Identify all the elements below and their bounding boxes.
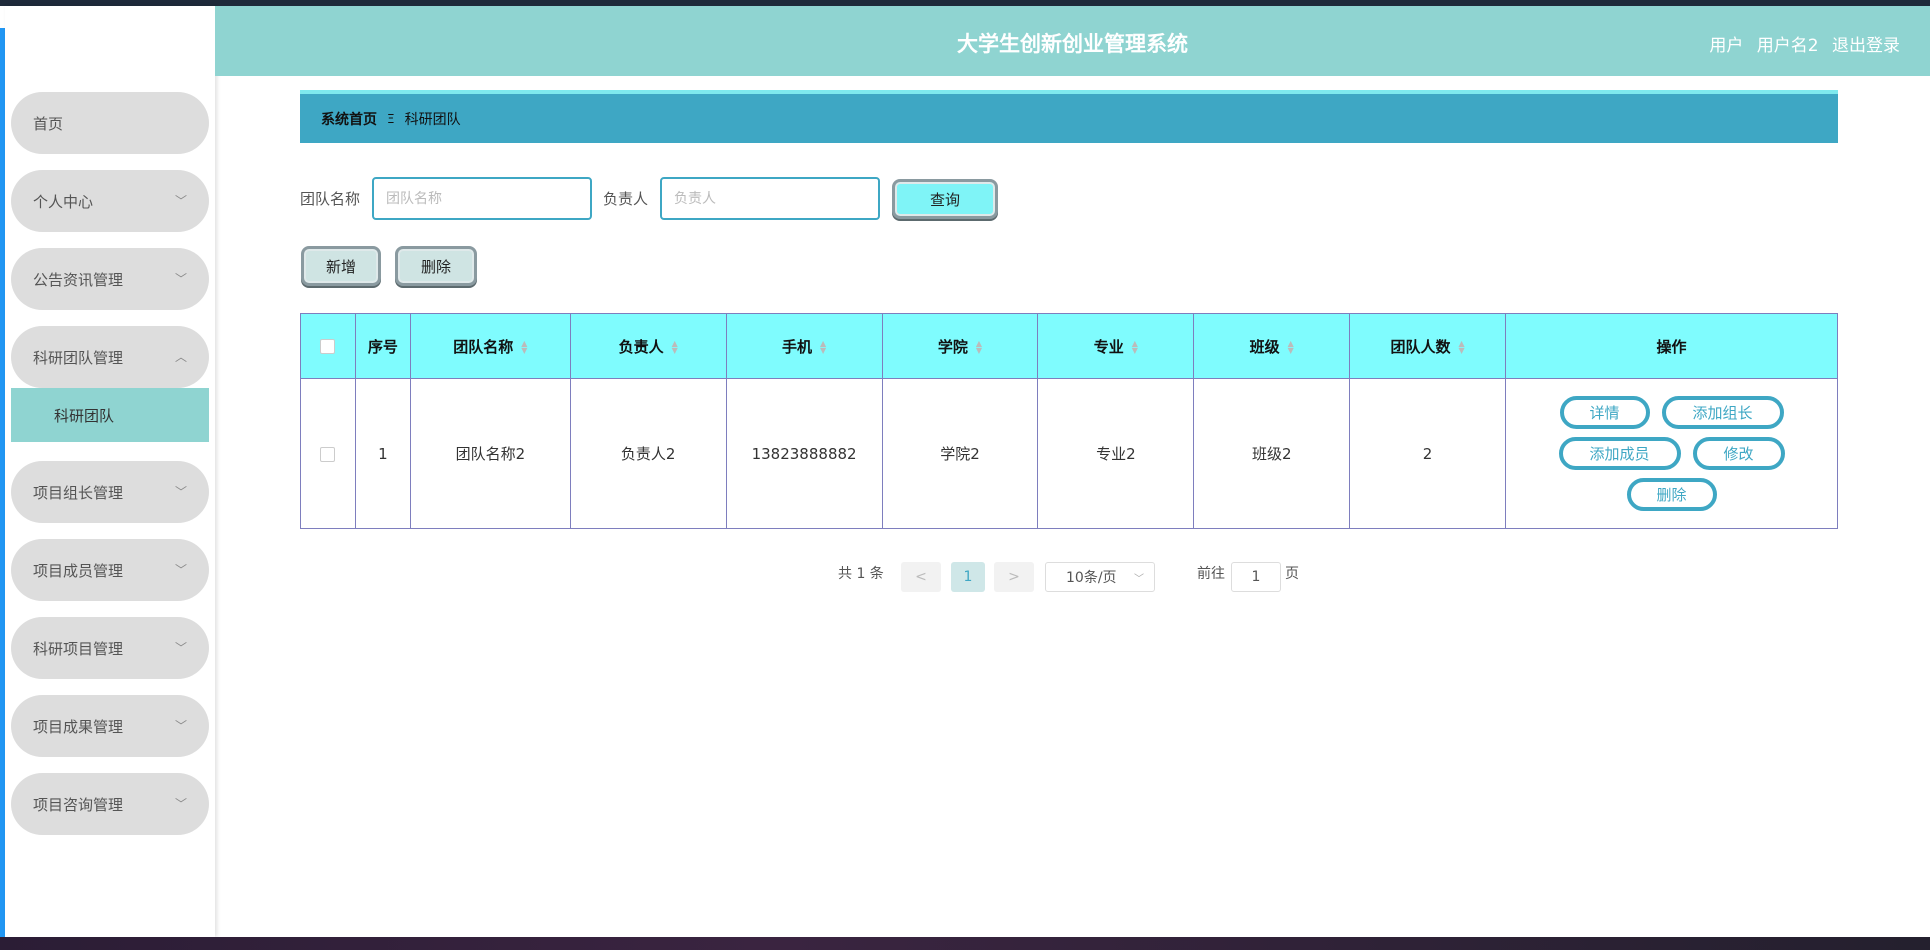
- detail-button[interactable]: 详情: [1559, 396, 1650, 429]
- query-button[interactable]: 查询: [892, 179, 998, 219]
- cell-phone: 13823888882: [726, 378, 883, 529]
- sidebar-item-label: 科研项目管理: [33, 639, 124, 658]
- page-number-current[interactable]: 1: [951, 562, 985, 592]
- col-header-index: 序号: [355, 313, 411, 379]
- sidebar-item-label: 首页: [33, 114, 64, 133]
- cell-member-count: 2: [1349, 378, 1506, 529]
- chevron-up-icon: ︿: [174, 350, 187, 364]
- pagination-total: 共 1 条: [838, 566, 884, 582]
- sort-icon[interactable]: ▲ ▼: [976, 340, 982, 355]
- col-header-actions: 操作: [1505, 313, 1838, 379]
- sidebar-item-home[interactable]: 首页: [11, 92, 209, 154]
- chevron-down-icon: ﹀: [174, 272, 187, 286]
- leader-label: 负责人: [603, 190, 649, 208]
- cell-class: 班级2: [1193, 378, 1351, 529]
- col-header-leader[interactable]: 负责人 ▲ ▼: [570, 313, 727, 379]
- breadcrumb-current: 科研团队: [404, 111, 461, 128]
- col-header-team-name[interactable]: 团队名称 ▲ ▼: [410, 313, 571, 379]
- sidebar-item-label: 项目组长管理: [33, 483, 124, 502]
- next-page-icon[interactable]: >: [994, 562, 1034, 592]
- sidebar-item-personal-center[interactable]: 个人中心 ﹀: [11, 170, 209, 232]
- col-header-member-count[interactable]: 团队人数 ▲ ▼: [1349, 313, 1506, 379]
- cell-actions: 详情 添加组长 添加成员 修改 删除: [1505, 378, 1838, 529]
- table-header-row: 序号 团队名称 ▲ ▼ 负责人 ▲ ▼ 手机 ▲ ▼ 学院 ▲ ▼ 专业 ▲ ▼ 班级 ▲ ▼ 团队人数…: [300, 313, 1838, 379]
- chevron-down-icon: ﹀: [174, 485, 187, 499]
- row-checkbox[interactable]: [320, 446, 336, 462]
- sidebar-item-label: 项目咨询管理: [33, 795, 124, 814]
- user-area: 用户 用户名2 退出登录: [1709, 31, 1900, 56]
- sort-icon[interactable]: ▲ ▼: [672, 340, 678, 355]
- app-title: 大学生创新创业管理系统: [957, 32, 1188, 56]
- sidebar-item-consulting-mgmt[interactable]: 项目咨询管理 ﹀: [11, 773, 209, 835]
- sidebar-item-results-mgmt[interactable]: 项目成果管理 ﹀: [11, 695, 209, 757]
- breadcrumb-separator-icon: Ξ: [387, 111, 395, 126]
- sidebar-item-label: 个人中心: [33, 192, 94, 211]
- edit-button[interactable]: 修改: [1692, 437, 1785, 470]
- chevron-down-icon: ﹀: [174, 797, 187, 811]
- sort-icon[interactable]: ▲ ▼: [1288, 340, 1294, 355]
- table-row: 1 团队名称2 负责人2 13823888882 学院2 专业2 班级2 2 详…: [300, 378, 1838, 529]
- breadcrumb-home[interactable]: 系统首页: [321, 109, 377, 129]
- sort-icon[interactable]: ▲ ▼: [820, 340, 826, 355]
- col-header-class[interactable]: 班级 ▲ ▼: [1193, 313, 1351, 379]
- sort-icon[interactable]: ▲ ▼: [1132, 340, 1138, 355]
- sidebar-subitem-research-team[interactable]: 科研团队: [11, 388, 209, 442]
- row-select-cell: [300, 378, 356, 529]
- team-name-input[interactable]: [372, 177, 592, 220]
- leader-input[interactable]: [660, 177, 880, 220]
- sidebar-item-leader-mgmt[interactable]: 项目组长管理 ﹀: [11, 461, 209, 523]
- chevron-down-icon: ﹀: [174, 563, 187, 577]
- cell-index: 1: [355, 378, 411, 529]
- sidebar-item-member-mgmt[interactable]: 项目成员管理 ﹀: [11, 539, 209, 601]
- col-header-phone[interactable]: 手机 ▲ ▼: [726, 313, 883, 379]
- add-button[interactable]: 新增: [301, 246, 381, 286]
- page-size-value: 10条/页: [1066, 570, 1117, 586]
- chevron-down-icon: ﹀: [174, 194, 187, 208]
- sidebar-item-label: 科研团队: [54, 406, 115, 425]
- sidebar: 首页 个人中心 ﹀ 公告资讯管理 ﹀ 科研团队管理 ︿ 科研团队 项目组长管理 …: [5, 6, 215, 937]
- sort-icon[interactable]: ▲ ▼: [521, 340, 527, 355]
- add-member-button[interactable]: 添加成员: [1558, 437, 1681, 470]
- cell-team-name: 团队名称2: [410, 378, 571, 529]
- sidebar-item-label: 项目成果管理: [33, 717, 124, 736]
- cell-college: 学院2: [882, 378, 1039, 529]
- select-all-checkbox[interactable]: [320, 339, 336, 354]
- team-name-label: 团队名称: [300, 190, 361, 208]
- sidebar-item-announcements[interactable]: 公告资讯管理 ﹀: [11, 248, 209, 310]
- chevron-down-icon: ﹀: [1134, 573, 1144, 585]
- sort-icon[interactable]: ▲ ▼: [1459, 340, 1465, 355]
- research-team-table: 序号 团队名称 ▲ ▼ 负责人 ▲ ▼ 手机 ▲ ▼ 学院 ▲ ▼ 专业 ▲ ▼ 班级 ▲ ▼ 团队人数…: [300, 313, 1838, 529]
- page-size-select[interactable]: 10条/页 ﹀: [1045, 562, 1155, 592]
- goto-page-input[interactable]: [1231, 562, 1281, 592]
- select-all-cell: [300, 313, 356, 379]
- page-suffix-label: 页: [1285, 566, 1299, 582]
- logout-link[interactable]: 退出登录: [1832, 36, 1900, 56]
- col-header-college[interactable]: 学院 ▲ ▼: [882, 313, 1039, 379]
- sidebar-item-project-mgmt[interactable]: 科研项目管理 ﹀: [11, 617, 209, 679]
- sidebar-item-label: 项目成员管理: [33, 561, 124, 580]
- os-taskbar: [0, 937, 1930, 950]
- sidebar-item-label: 科研团队管理: [33, 348, 124, 367]
- cell-leader: 负责人2: [570, 378, 727, 529]
- add-leader-button[interactable]: 添加组长: [1661, 396, 1784, 429]
- prev-page-icon[interactable]: <: [901, 562, 941, 592]
- sidebar-item-label: 公告资讯管理: [33, 270, 124, 289]
- breadcrumb: 系统首页 Ξ 科研团队: [300, 90, 1838, 143]
- username: 用户名2: [1756, 36, 1819, 56]
- cell-major: 专业2: [1037, 378, 1195, 529]
- user-label: 用户: [1709, 36, 1744, 56]
- sidebar-item-research-team-mgmt[interactable]: 科研团队管理 ︿: [11, 326, 209, 388]
- delete-button[interactable]: 删除: [395, 246, 477, 286]
- row-delete-button[interactable]: 删除: [1626, 478, 1717, 511]
- goto-label: 前往: [1197, 566, 1225, 582]
- chevron-down-icon: ﹀: [174, 719, 187, 733]
- top-header: 大学生创新创业管理系统 用户 用户名2 退出登录: [215, 6, 1930, 76]
- chevron-down-icon: ﹀: [174, 641, 187, 655]
- col-header-major[interactable]: 专业 ▲ ▼: [1037, 313, 1195, 379]
